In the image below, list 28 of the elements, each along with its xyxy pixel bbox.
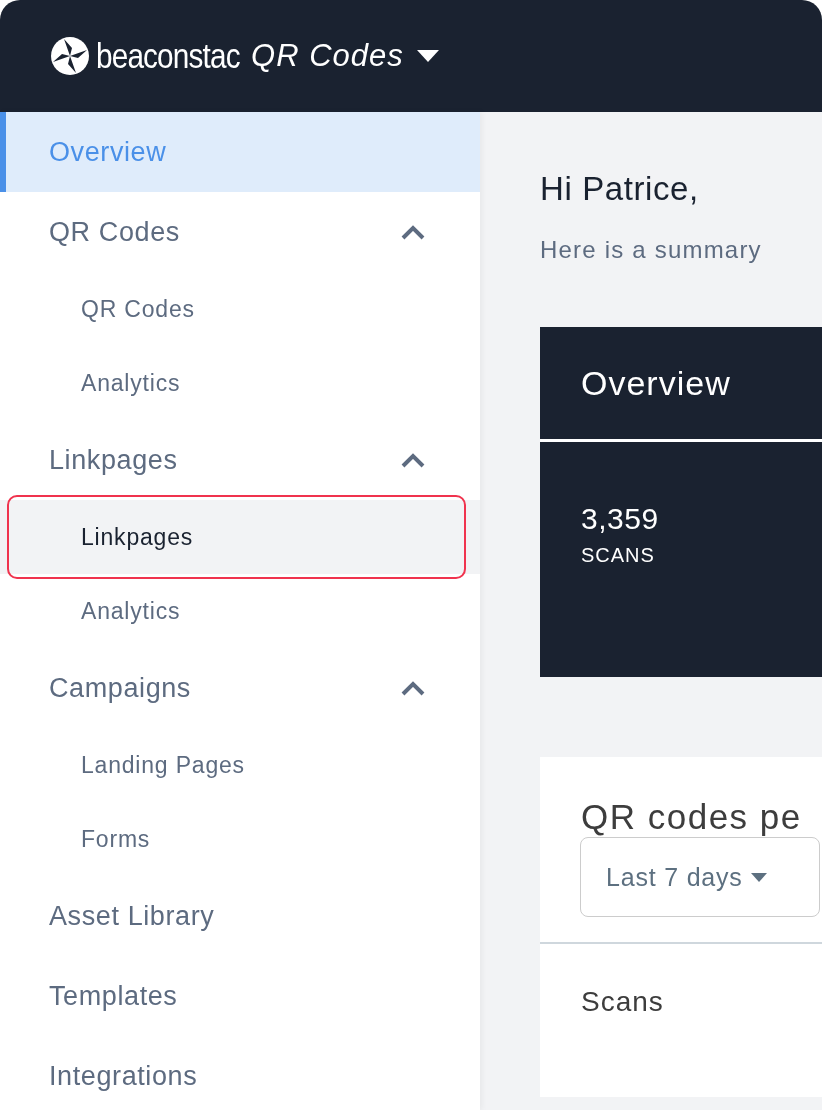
greeting: Hi Patrice,	[540, 170, 700, 208]
date-range-dropdown[interactable]: Last 7 days	[580, 837, 820, 917]
sidebar-item[interactable]: Integrations	[0, 1036, 480, 1110]
metric-label: Scans	[580, 985, 665, 1018]
sidebar-subitem[interactable]: QR Codes	[0, 272, 480, 346]
sidebar-subitem[interactable]: Forms	[0, 802, 480, 876]
sidebar-item[interactable]: QR Codes	[0, 192, 480, 272]
brand-name: beaconstac	[96, 36, 240, 76]
logo-icon	[50, 36, 90, 76]
product-switcher[interactable]: QR Codes	[251, 38, 440, 74]
sidebar-item[interactable]: Templates	[0, 956, 480, 1036]
sidebar-item[interactable]: Campaigns	[0, 648, 480, 728]
chevron-up-icon	[400, 452, 426, 468]
sidebar-item[interactable]: Overview	[0, 112, 480, 192]
caret-icon	[415, 49, 440, 63]
card-title: QR codes pe	[580, 796, 803, 837]
sidebar-subitem[interactable]: Analytics	[0, 574, 480, 648]
chevron-up-icon	[400, 224, 426, 240]
subtitle: Here is a summary	[540, 236, 763, 264]
sidebar-subitem[interactable]: Landing Pages	[0, 728, 480, 802]
sidebar-item[interactable]: Asset Library	[0, 876, 480, 956]
caret-icon	[750, 872, 767, 882]
sidebar-item[interactable]: Linkpages	[0, 420, 480, 500]
sidebar-subitem[interactable]: Analytics	[0, 346, 480, 420]
card-title: Overview	[540, 327, 822, 442]
chevron-up-icon	[400, 680, 426, 696]
stat-value: 3,359	[581, 502, 660, 536]
stat-label: SCANS	[581, 544, 656, 567]
